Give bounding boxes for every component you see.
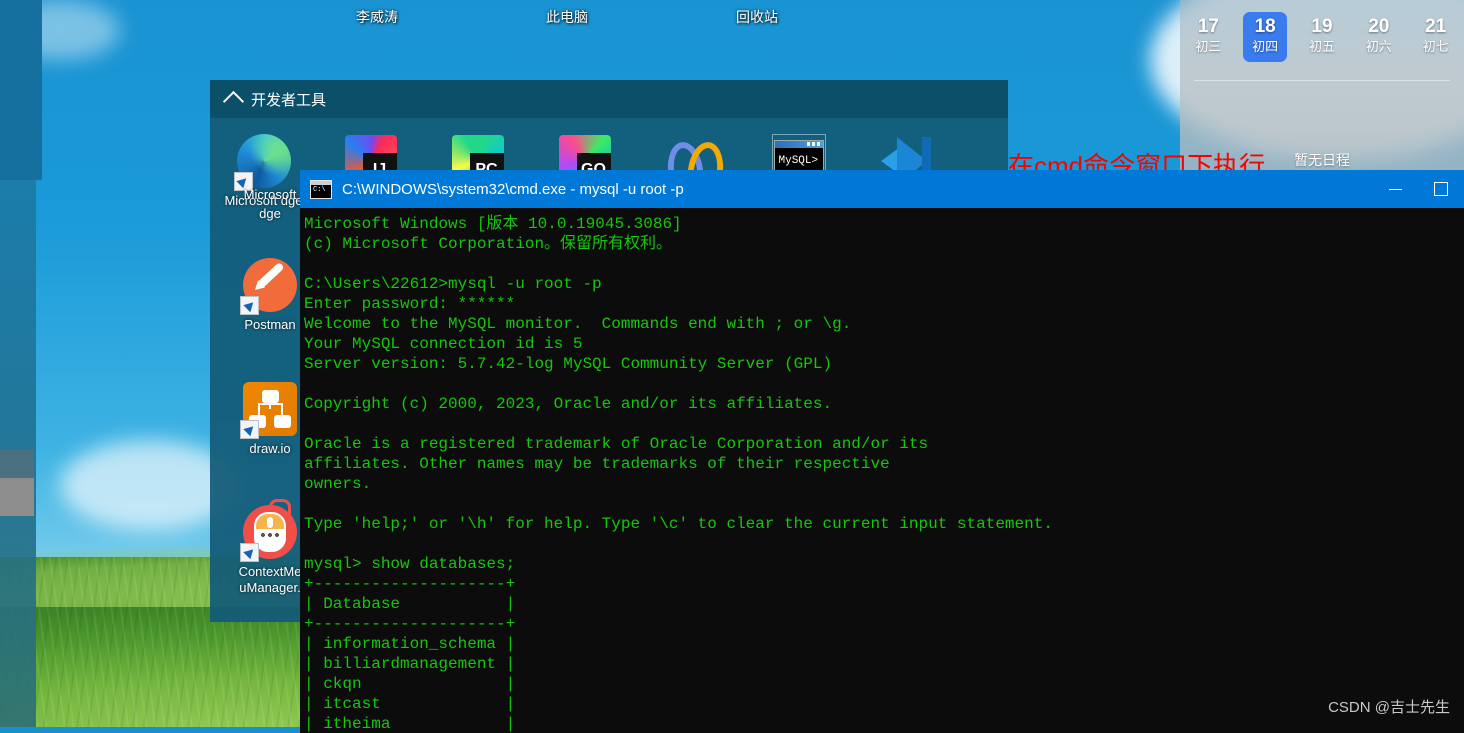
developer-tools-header[interactable]: 开发者工具: [210, 80, 1008, 118]
cmd-output-line: +--------------------+: [304, 615, 516, 633]
calendar-day-number: 17: [1197, 16, 1219, 37]
cmd-output-line: C:\Users\22612>mysql -u root -p: [304, 275, 602, 293]
edge-grey-block: [0, 478, 34, 516]
chevron-up-icon[interactable]: [222, 90, 245, 113]
minimize-button[interactable]: [1372, 170, 1418, 208]
calendar-day-number: 21: [1425, 16, 1447, 37]
cmd-output-line: | Database |: [304, 595, 516, 613]
calendar-day-selected[interactable]: 18 初四: [1243, 12, 1288, 62]
cmd-icon: C:\: [310, 179, 332, 199]
calendar-day-lunar: 初五: [1308, 39, 1335, 54]
desktop-icon-label-recycle-bin[interactable]: 回收站: [736, 7, 778, 27]
desktop-icon-label-user[interactable]: 李威涛: [356, 7, 398, 27]
cmd-output-line: | billiardmanagement |: [304, 655, 516, 673]
cmd-output-line: Enter password: ******: [304, 295, 516, 313]
cmd-output-line: Welcome to the MySQL monitor. Commands e…: [304, 315, 852, 333]
cmd-output-line: Copyright (c) 2000, 2023, Oracle and/or …: [304, 395, 833, 413]
calendar-day-lunar: 初三: [1195, 39, 1222, 54]
calendar-day-strip: 17 初三 18 初四 19 初五 20 初六 21 初七: [1180, 12, 1464, 62]
calendar-day-number: 18: [1254, 16, 1276, 37]
shortcut-arrow-icon: [240, 420, 259, 439]
maximize-button[interactable]: [1418, 170, 1464, 208]
calendar-day[interactable]: 20 初六: [1357, 12, 1401, 62]
calendar-day-number: 20: [1368, 16, 1390, 37]
cmd-output-line: [304, 414, 1464, 434]
cmd-titlebar[interactable]: C:\ C:\WINDOWS\system32\cmd.exe - mysql …: [300, 170, 1464, 208]
calendar-divider: [1194, 80, 1450, 81]
mysql-badge: MySQL>: [778, 155, 819, 167]
cmd-output-line: Oracle is a registered trademark of Orac…: [304, 435, 929, 453]
drawio-icon[interactable]: [240, 382, 297, 439]
cmd-output-line: Microsoft Windows [版本 10.0.19045.3086]: [304, 215, 682, 233]
cmd-output-line: mysql> show databases;: [304, 555, 516, 573]
cmd-output-line: Server version: 5.7.42-log MySQL Communi…: [304, 355, 833, 373]
calendar-day-lunar: 初四: [1252, 39, 1279, 54]
cmd-title-text: C:\WINDOWS\system32\cmd.exe - mysql -u r…: [342, 180, 684, 198]
cmd-window[interactable]: C:\ C:\WINDOWS\system32\cmd.exe - mysql …: [300, 170, 1464, 733]
desktop-icon-label-this-pc[interactable]: 此电脑: [546, 7, 588, 27]
cmd-icon-prompt: C:\: [313, 185, 326, 194]
edge-grey-block-upper: [0, 450, 34, 478]
cmd-output-line: [304, 494, 1464, 514]
cmd-output-line: (c) Microsoft Corporation。保留所有权利。: [304, 235, 673, 253]
calendar-day[interactable]: 17 初三: [1186, 12, 1230, 62]
cmd-output-line: | itcast |: [304, 695, 516, 713]
calendar-day-lunar: 初六: [1365, 39, 1392, 54]
calendar-day[interactable]: 21 初七: [1414, 12, 1458, 62]
cmd-output-line: owners.: [304, 475, 372, 493]
screen-edge-strip: [0, 0, 42, 180]
cmd-terminal-output[interactable]: Microsoft Windows [版本 10.0.19045.3086] (c…: [300, 208, 1464, 733]
postman-icon[interactable]: [240, 258, 297, 315]
cmd-output-line: affiliates. Other names may be trademark…: [304, 455, 890, 473]
cmd-output-line: +--------------------+: [304, 575, 516, 593]
cmd-output-line: [304, 374, 1464, 394]
watermark: CSDN @吉士先生: [1328, 699, 1450, 716]
calendar-day[interactable]: 19 初五: [1300, 12, 1344, 62]
cmd-output-line: [304, 534, 1464, 554]
calendar-day-lunar: 初七: [1422, 39, 1449, 54]
cmd-output-line: | information_schema |: [304, 635, 516, 653]
cmd-output-line: Your MySQL connection id is 5: [304, 335, 583, 353]
window-controls: [1372, 170, 1464, 208]
maximize-icon: [1434, 182, 1448, 196]
shortcut-arrow-icon: [240, 296, 259, 315]
calendar-day-number: 19: [1311, 16, 1333, 37]
cmd-output-line: Type 'help;' or '\h' for help. Type '\c'…: [304, 515, 1053, 533]
cmd-output-line: [304, 254, 1464, 274]
context-menu-manager-icon[interactable]: [240, 499, 297, 562]
cmd-output-line: | ckqn |: [304, 675, 516, 693]
developer-tools-title: 开发者工具: [251, 91, 327, 109]
shortcut-arrow-icon: [240, 543, 259, 562]
cmd-output-line: | itheima |: [304, 715, 516, 733]
minimize-icon: [1388, 188, 1402, 190]
